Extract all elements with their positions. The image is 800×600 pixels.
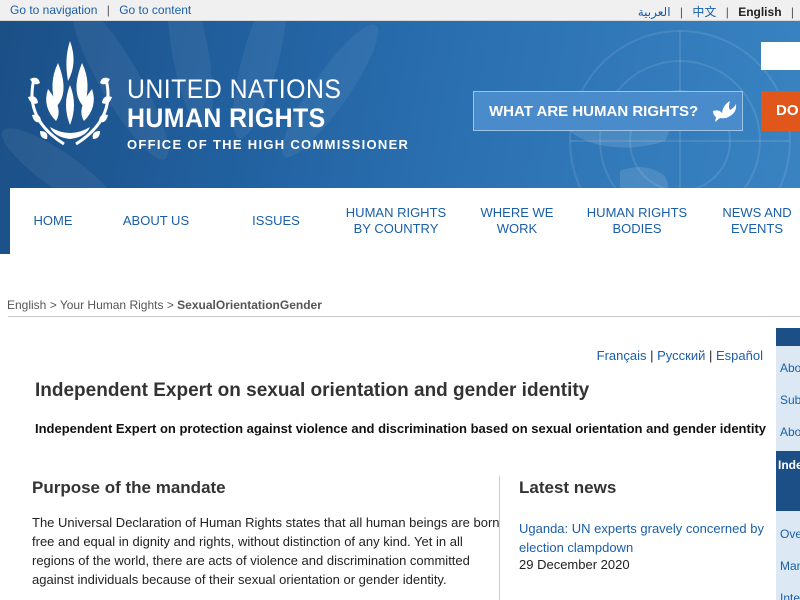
divider <box>8 316 800 317</box>
separator: | <box>106 3 110 17</box>
language-switcher: العربية | 中文 | English | <box>638 3 800 20</box>
separator: | <box>709 348 713 363</box>
donate-label: DO <box>776 102 799 119</box>
go-to-navigation-link[interactable]: Go to navigation <box>10 3 97 17</box>
sidebar-item[interactable]: Inte <box>780 591 800 600</box>
nav-issues[interactable]: ISSUES <box>226 188 326 254</box>
go-to-content-link[interactable]: Go to content <box>119 3 191 17</box>
page-subtitle: Independent Expert on protection against… <box>35 421 767 436</box>
column-divider <box>499 476 500 600</box>
news-item-link[interactable]: Uganda: UN experts gravely concerned by … <box>519 519 769 557</box>
right-sidebar: Abo Sub Abo Inde Ove Man Inte <box>776 328 800 600</box>
separator: | <box>725 5 729 19</box>
nav-home[interactable]: HOME <box>10 188 96 254</box>
breadcrumb: English > Your Human Rights > SexualOrie… <box>7 298 322 312</box>
sidebar-item[interactable]: Abo <box>780 361 800 375</box>
sidebar-item[interactable]: Man <box>780 559 800 573</box>
sidebar-item[interactable]: Ove <box>780 527 800 541</box>
sidebar-item[interactable]: Sub <box>780 393 800 407</box>
main-navigation: HOME ABOUT US ISSUES HUMAN RIGHTS BY COU… <box>10 188 800 254</box>
logo-line-un: UNITED NATIONS <box>127 74 342 104</box>
nav-where-we-work[interactable]: WHERE WE WORK <box>472 188 562 254</box>
lang-spanish-link[interactable]: Español <box>716 348 763 363</box>
sidebar-header <box>776 328 800 346</box>
breadcrumb-english[interactable]: English <box>7 298 46 312</box>
un-human-rights-emblem-icon[interactable] <box>20 39 120 157</box>
dove-icon <box>713 101 737 122</box>
site-logo-text[interactable]: UNITED NATIONS HUMAN RIGHTS OFFICE OF TH… <box>127 75 409 155</box>
sidebar-active-label: Inde <box>778 458 800 472</box>
purpose-paragraph: The Universal Declaration of Human Right… <box>32 515 500 587</box>
breadcrumb-your-human-rights[interactable]: Your Human Rights <box>60 298 164 312</box>
what-are-human-rights-button[interactable]: WHAT ARE HUMAN RIGHTS? <box>473 91 743 131</box>
lang-russian-link[interactable]: Русский <box>657 348 705 363</box>
nav-human-rights-by-country[interactable]: HUMAN RIGHTS BY COUNTRY <box>341 188 451 254</box>
purpose-heading: Purpose of the mandate <box>32 478 226 497</box>
breadcrumb-separator: > <box>166 298 174 312</box>
breadcrumb-separator: > <box>49 298 57 312</box>
nav-news-and-events[interactable]: NEWS AND EVENTS <box>712 188 800 254</box>
logo-line-human-rights: HUMAN RIGHTS <box>127 103 326 133</box>
page-title: Independent Expert on sexual orientation… <box>35 380 590 401</box>
nav-human-rights-bodies[interactable]: HUMAN RIGHTS BODIES <box>582 188 692 254</box>
lang-french-link[interactable]: Français <box>597 348 647 363</box>
utility-bar: Go to navigation | Go to content العربية… <box>0 0 800 21</box>
lang-english-current: English <box>738 5 782 19</box>
search-input[interactable] <box>761 42 800 70</box>
skip-links: Go to navigation | Go to content <box>10 3 191 17</box>
logo-line-ohchr: OFFICE OF THE HIGH COMMISSIONER <box>127 137 410 152</box>
page-language-links: Français | Русский | Español <box>597 348 763 363</box>
what-are-human-rights-label: WHAT ARE HUMAN RIGHTS? <box>489 103 699 120</box>
donate-button[interactable]: DO <box>761 91 800 131</box>
latest-news-heading: Latest news <box>519 478 617 497</box>
separator: | <box>650 348 654 363</box>
news-item-date: 29 December 2020 <box>519 557 630 572</box>
separator: | <box>790 5 794 19</box>
lang-chinese-link[interactable]: 中文 <box>692 5 716 19</box>
lang-arabic-link[interactable]: العربية <box>638 5 671 19</box>
sidebar-item-active[interactable]: Inde <box>776 451 800 511</box>
nav-about-us[interactable]: ABOUT US <box>106 188 206 254</box>
separator: | <box>679 5 684 19</box>
breadcrumb-current: SexualOrientationGender <box>177 298 322 312</box>
sidebar-item[interactable]: Abo <box>780 425 800 439</box>
